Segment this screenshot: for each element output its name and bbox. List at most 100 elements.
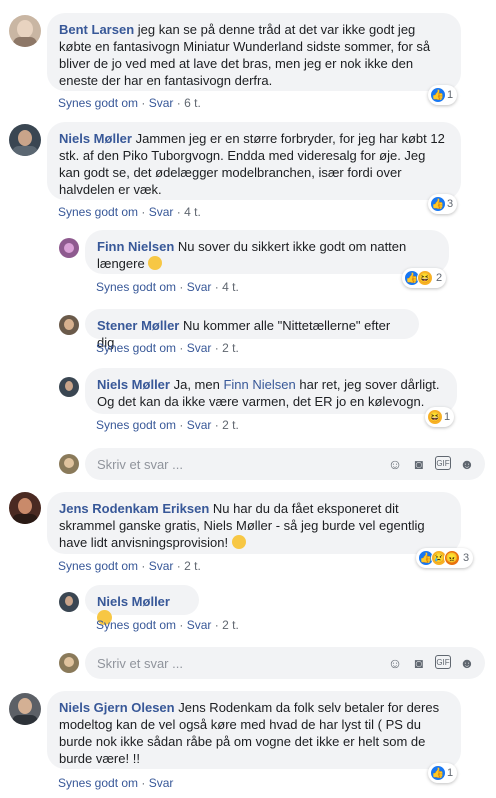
- timestamp[interactable]: 4 t.: [184, 205, 201, 219]
- reply-author[interactable]: Niels Møller: [97, 594, 170, 609]
- like-icon: 👍: [430, 87, 446, 103]
- avatar[interactable]: [59, 592, 79, 612]
- reply-input[interactable]: Skriv et svar ... ☺ ◙ GIF ☻: [85, 448, 485, 480]
- comment-bubble: Bent Larsen jeg kan se på denne tråd at …: [47, 13, 461, 91]
- timestamp[interactable]: 6 t.: [184, 96, 201, 110]
- reaction-summary[interactable]: 👍 1: [428, 85, 458, 105]
- separator: ·: [141, 205, 146, 219]
- smirk-emoji-icon: [148, 256, 163, 270]
- comment-bubble: Niels Møller Jammen jeg er en større for…: [47, 122, 461, 200]
- reply-placeholder: Skriv et svar ...: [97, 655, 183, 671]
- comment-author[interactable]: Jens Rodenkam Eriksen: [59, 501, 209, 516]
- avatar[interactable]: [9, 693, 41, 725]
- reply-actions: Synes godt om · Svar · 2 t.: [96, 617, 239, 633]
- avatar[interactable]: [59, 238, 79, 258]
- reaction-count: 1: [447, 89, 454, 101]
- comment-bubble: Jens Rodenkam Eriksen Nu har du da fået …: [47, 492, 461, 554]
- reply-text-pre: Ja, men: [173, 377, 220, 392]
- comment-actions: Synes godt om · Svar · 4 t.: [58, 204, 201, 220]
- sticker-icon[interactable]: ☻: [459, 456, 475, 472]
- gif-icon[interactable]: GIF: [435, 456, 451, 470]
- reply-tools: ☺ ◙ GIF ☻: [387, 456, 475, 472]
- reply-input[interactable]: Skriv et svar ... ☺ ◙ GIF ☻: [85, 647, 485, 679]
- like-icon: 👍: [430, 765, 446, 781]
- like-link[interactable]: Synes godt om: [96, 418, 176, 432]
- reply-author[interactable]: Niels Møller: [97, 377, 170, 392]
- like-link[interactable]: Synes godt om: [96, 280, 176, 294]
- reply-bubble: Stener Møller Nu kommer alle "Nittetælle…: [85, 309, 419, 350]
- comment-author[interactable]: Niels Gjern Olesen: [59, 700, 175, 715]
- avatar[interactable]: [59, 315, 79, 335]
- reaction-summary[interactable]: 👍 😢 😠 3: [416, 548, 474, 568]
- like-link[interactable]: Synes godt om: [58, 776, 138, 790]
- like-link[interactable]: Synes godt om: [96, 341, 176, 355]
- avatar[interactable]: [9, 124, 41, 156]
- reaction-count: 2: [436, 272, 443, 284]
- separator: ·: [176, 96, 181, 110]
- like-icon: 👍: [430, 196, 446, 212]
- comment-actions: Synes godt om · Svar · 2 t.: [58, 558, 201, 574]
- gif-icon[interactable]: GIF: [435, 655, 451, 669]
- reply-author[interactable]: Stener Møller: [97, 318, 179, 333]
- reaction-count: 3: [447, 198, 454, 210]
- reply-link[interactable]: Svar: [149, 96, 174, 110]
- separator: ·: [214, 280, 219, 294]
- reply-tools: ☺ ◙ GIF ☻: [387, 655, 475, 671]
- reaction-summary[interactable]: 😆 1: [425, 407, 455, 427]
- mention-link[interactable]: Finn Nielsen: [223, 377, 295, 392]
- separator: ·: [141, 559, 146, 573]
- reply-link[interactable]: Svar: [149, 559, 174, 573]
- reply-link[interactable]: Svar: [187, 618, 212, 632]
- reply-author[interactable]: Finn Nielsen: [97, 239, 174, 254]
- reaction-summary[interactable]: 👍 1: [428, 763, 458, 783]
- reply-placeholder: Skriv et svar ...: [97, 456, 183, 472]
- reaction-count: 3: [463, 552, 470, 564]
- reply-link[interactable]: Svar: [187, 280, 212, 294]
- timestamp[interactable]: 2 t.: [222, 618, 239, 632]
- sticker-icon[interactable]: ☻: [459, 655, 475, 671]
- haha-icon: 😆: [417, 270, 433, 286]
- reply-link[interactable]: Svar: [149, 776, 174, 790]
- reply-actions: Synes godt om · Svar · 4 t.: [96, 279, 239, 295]
- separator: ·: [176, 205, 181, 219]
- timestamp[interactable]: 2 t.: [222, 418, 239, 432]
- reply-link[interactable]: Svar: [187, 341, 212, 355]
- separator: ·: [176, 559, 181, 573]
- comment-actions: Synes godt om · Svar · 6 t.: [58, 95, 201, 111]
- separator: ·: [141, 96, 146, 110]
- reply-actions: Synes godt om · Svar · 2 t.: [96, 417, 239, 433]
- reaction-count: 1: [447, 767, 454, 779]
- smiley-icon[interactable]: ☺: [387, 456, 403, 472]
- reply-link[interactable]: Svar: [149, 205, 174, 219]
- reply-bubble: Finn Nielsen Nu sover du sikkert ikke go…: [85, 230, 449, 274]
- reaction-summary[interactable]: 👍 😆 2: [402, 268, 447, 288]
- like-link[interactable]: Synes godt om: [58, 205, 138, 219]
- current-user-avatar: [59, 454, 79, 474]
- separator: ·: [214, 418, 219, 432]
- camera-icon[interactable]: ◙: [411, 456, 427, 472]
- separator: ·: [141, 776, 146, 790]
- angry-icon: 😠: [444, 550, 460, 566]
- avatar[interactable]: [9, 492, 41, 524]
- timestamp[interactable]: 2 t.: [222, 341, 239, 355]
- comment-author[interactable]: Niels Møller: [59, 131, 132, 146]
- comment-author[interactable]: Bent Larsen: [59, 22, 134, 37]
- current-user-avatar: [59, 653, 79, 673]
- comment-bubble: Niels Gjern Olesen Jens Rodenkam da folk…: [47, 691, 461, 769]
- laughing-emoji-icon: [231, 535, 246, 549]
- avatar[interactable]: [59, 377, 79, 397]
- separator: ·: [179, 618, 184, 632]
- like-link[interactable]: Synes godt om: [58, 96, 138, 110]
- separator: ·: [179, 341, 184, 355]
- reply-link[interactable]: Svar: [187, 418, 212, 432]
- timestamp[interactable]: 4 t.: [222, 280, 239, 294]
- smiley-icon[interactable]: ☺: [387, 655, 403, 671]
- like-link[interactable]: Synes godt om: [96, 618, 176, 632]
- reply-actions: Synes godt om · Svar · 2 t.: [96, 340, 239, 356]
- reply-bubble: Niels Møller Ja, men Finn Nielsen har re…: [85, 368, 457, 414]
- reaction-summary[interactable]: 👍 3: [428, 194, 458, 214]
- like-link[interactable]: Synes godt om: [58, 559, 138, 573]
- camera-icon[interactable]: ◙: [411, 655, 427, 671]
- timestamp[interactable]: 2 t.: [184, 559, 201, 573]
- avatar[interactable]: [9, 15, 41, 47]
